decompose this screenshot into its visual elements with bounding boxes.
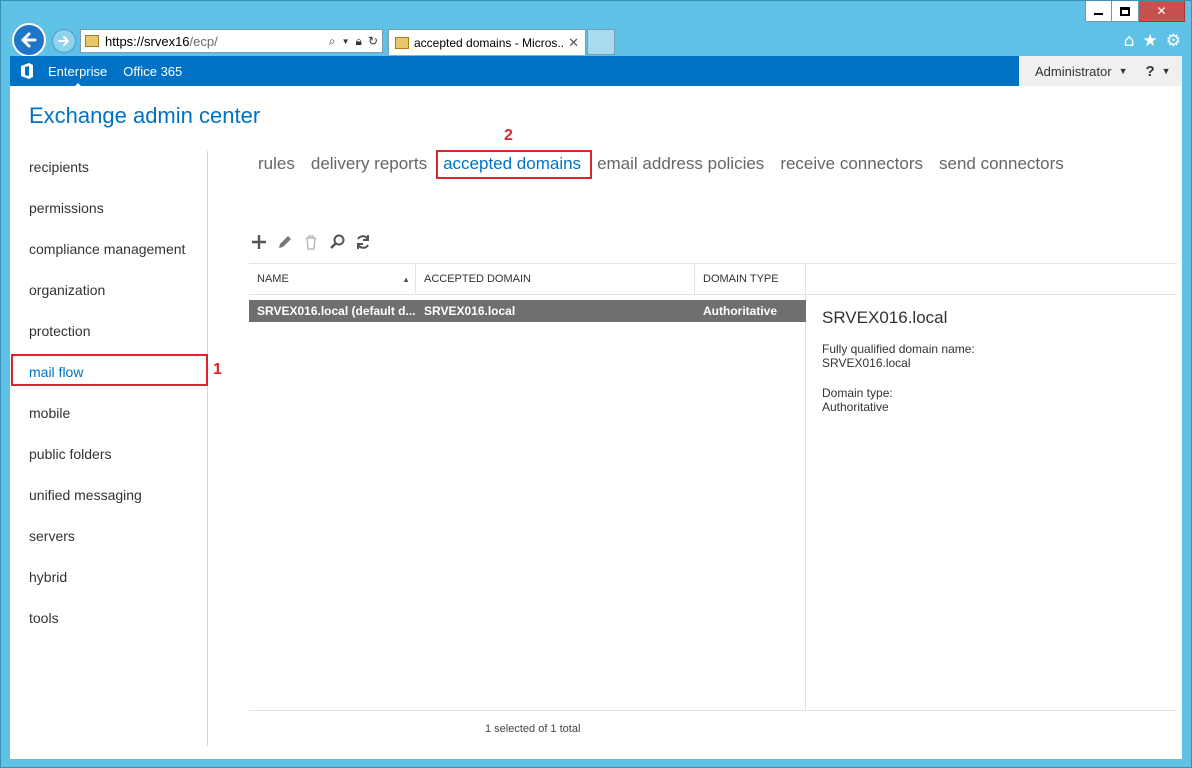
help-menu[interactable]: ? — [1146, 63, 1155, 80]
cell-accepted-domain: SRVEX016.local — [424, 304, 516, 318]
search-icon[interactable]: ⌕ — [329, 34, 336, 49]
user-area: Administrator ▼ ? ▼ — [1019, 56, 1182, 86]
column-header-name[interactable]: NAME ▲ — [249, 264, 416, 294]
tab-email-address-policies[interactable]: email address policies — [597, 154, 764, 174]
table-row[interactable]: SRVEX016.local (default d... SRVEX016.lo… — [249, 300, 806, 322]
window-controls: ✕ — [1085, 1, 1185, 22]
tab-receive-connectors[interactable]: receive connectors — [780, 154, 923, 174]
minimize-button[interactable] — [1085, 1, 1112, 22]
maximize-icon — [1120, 6, 1130, 16]
edit-pencil-icon[interactable] — [276, 233, 294, 251]
user-menu[interactable]: Administrator — [1035, 64, 1112, 79]
close-icon: ✕ — [1156, 4, 1167, 18]
search-icon[interactable] — [328, 233, 346, 251]
browser-toolbar: ⌂ ★ ⚙ — [1124, 31, 1181, 51]
tab-close-icon[interactable]: ✕ — [568, 35, 579, 51]
forward-button[interactable] — [52, 29, 76, 53]
column-header-domain-type[interactable]: DOMAIN TYPE — [695, 264, 806, 294]
column-domain-label: ACCEPTED DOMAIN — [424, 273, 531, 285]
nav-divider — [207, 151, 208, 746]
highlight-mail-flow — [11, 354, 208, 386]
suite-bar: Enterprise Office 365 Administrator ▼ ? … — [10, 56, 1182, 88]
sub-navigation: rules delivery reports accepted domains ema… — [258, 154, 1080, 174]
annotation-step-2: 2 — [504, 127, 513, 144]
domain-type-value: Authoritative — [822, 400, 889, 414]
sidebar-item-public-folders[interactable]: public folders — [10, 435, 208, 476]
sidebar-item-hybrid[interactable]: hybrid — [10, 558, 208, 599]
fqdn-label: Fully qualified domain name: — [822, 342, 975, 356]
annotation-step-1: 1 — [213, 361, 222, 378]
minimize-icon — [1094, 13, 1103, 15]
sidebar-item-protection[interactable]: protection — [10, 312, 208, 353]
user-chevron-down-icon[interactable]: ▼ — [1119, 66, 1128, 76]
column-name-label: NAME — [257, 273, 289, 285]
main-content: Exchange admin center recipients permissi… — [10, 86, 1182, 759]
tab-rules[interactable]: rules — [258, 154, 295, 174]
cell-domain-type: Authoritative — [703, 304, 778, 318]
details-title: SRVEX016.local — [822, 308, 948, 327]
sidebar-item-tools[interactable]: tools — [10, 599, 208, 640]
maximize-button[interactable] — [1112, 1, 1139, 22]
lock-icon[interactable]: 🔒︎ — [356, 34, 362, 49]
address-bar-icons: ⌕ ▼ 🔒︎ ↻ — [329, 34, 378, 49]
address-bar[interactable]: https://srvex16/ecp/ ⌕ ▼ 🔒︎ ↻ — [80, 29, 383, 53]
office-logo-icon[interactable] — [18, 62, 36, 80]
details-pane: SRVEX016.local Fully qualified domain na… — [822, 308, 975, 414]
page-title: Exchange admin center — [29, 103, 261, 128]
sidebar-item-permissions[interactable]: permissions — [10, 189, 208, 230]
home-icon[interactable]: ⌂ — [1124, 31, 1135, 51]
refresh-icon[interactable]: ↻ — [368, 34, 378, 48]
left-navigation: recipients permissions compliance manageme… — [10, 148, 208, 640]
action-toolbar — [250, 233, 372, 251]
add-icon[interactable] — [250, 233, 268, 251]
sidebar-item-unified-messaging[interactable]: unified messaging — [10, 476, 208, 517]
sidebar-item-mobile[interactable]: mobile — [10, 394, 208, 435]
column-type-label: DOMAIN TYPE — [703, 273, 779, 285]
tab-title: accepted domains - Micros... — [414, 35, 565, 50]
back-arrow-icon — [21, 32, 37, 48]
settings-gear-icon[interactable]: ⚙ — [1166, 31, 1181, 51]
sidebar-item-compliance-management[interactable]: compliance management — [10, 230, 208, 271]
table-footer: 1 selected of 1 total — [249, 710, 1177, 750]
dropdown-icon[interactable]: ▼ — [342, 37, 350, 46]
delete-trash-icon[interactable] — [302, 233, 320, 251]
browser-tab[interactable]: accepted domains - Micros... ✕ — [388, 29, 586, 55]
cell-name: SRVEX016.local (default d... — [257, 304, 416, 318]
tab-delivery-reports[interactable]: delivery reports — [311, 154, 427, 174]
sidebar-item-recipients[interactable]: recipients — [10, 148, 208, 189]
selection-count: 1 selected of 1 total — [485, 723, 581, 735]
enterprise-link[interactable]: Enterprise — [48, 64, 107, 88]
table-header: NAME ▲ ACCEPTED DOMAIN DOMAIN TYPE — [249, 263, 1177, 295]
table-body: SRVEX016.local (default d... SRVEX016.lo… — [249, 295, 806, 711]
sidebar-item-organization[interactable]: organization — [10, 271, 208, 312]
office365-link[interactable]: Office 365 — [123, 64, 182, 79]
forward-arrow-icon — [58, 36, 69, 46]
favorites-star-icon[interactable]: ★ — [1143, 31, 1158, 51]
fqdn-value: SRVEX016.local — [822, 356, 911, 370]
site-favicon-icon — [85, 35, 99, 47]
refresh-icon[interactable] — [354, 233, 372, 251]
url-host: https://srvex16 — [105, 33, 190, 49]
url-path: /ecp/ — [189, 33, 218, 49]
new-tab-button[interactable] — [587, 29, 615, 55]
sort-ascending-icon: ▲ — [402, 274, 410, 284]
column-header-accepted-domain[interactable]: ACCEPTED DOMAIN — [416, 264, 695, 294]
back-button[interactable] — [12, 23, 46, 57]
help-chevron-down-icon[interactable]: ▼ — [1162, 66, 1171, 76]
domain-type-label: Domain type: — [822, 386, 893, 400]
highlight-accepted-domains — [436, 150, 592, 179]
browser-window: ✕ https://srvex16/ecp/ ⌕ ▼ 🔒︎ ↻ accepted… — [0, 0, 1192, 768]
close-window-button[interactable]: ✕ — [1139, 1, 1185, 22]
sidebar-item-servers[interactable]: servers — [10, 517, 208, 558]
tab-send-connectors[interactable]: send connectors — [939, 154, 1064, 174]
tab-favicon-icon — [395, 36, 409, 49]
